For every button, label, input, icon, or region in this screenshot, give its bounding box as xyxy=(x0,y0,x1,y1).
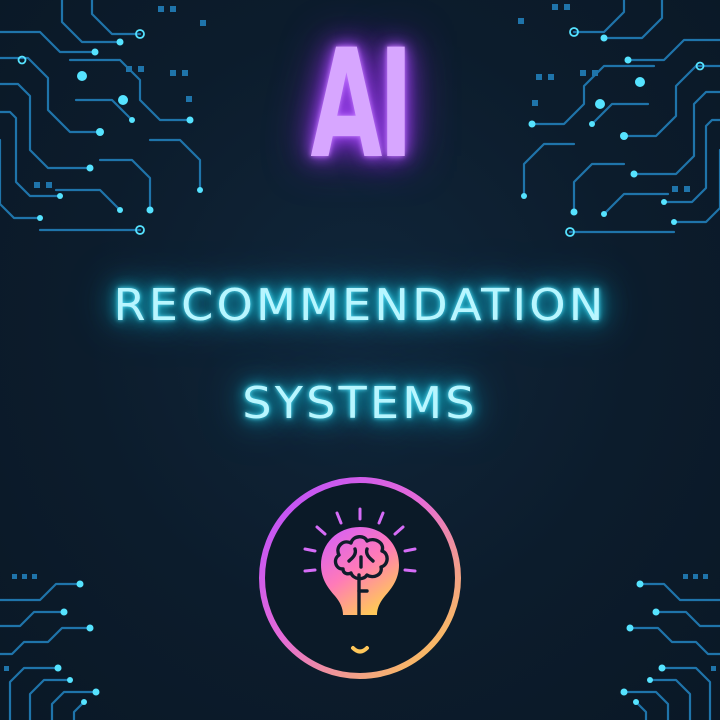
lightbulb-badge xyxy=(255,473,465,683)
subtitle-line-2: SYSTEMS xyxy=(242,378,478,429)
poster: AI RECOMMENDATION SYSTEMS xyxy=(0,0,720,720)
circuit-pattern-bottom-left xyxy=(0,574,100,720)
subtitle-line-1: RECOMMENDATION xyxy=(113,280,607,331)
title-ai: AI xyxy=(310,18,413,192)
lightbulb-brain-icon xyxy=(259,477,461,679)
circuit-pattern-bottom-right xyxy=(620,574,720,720)
